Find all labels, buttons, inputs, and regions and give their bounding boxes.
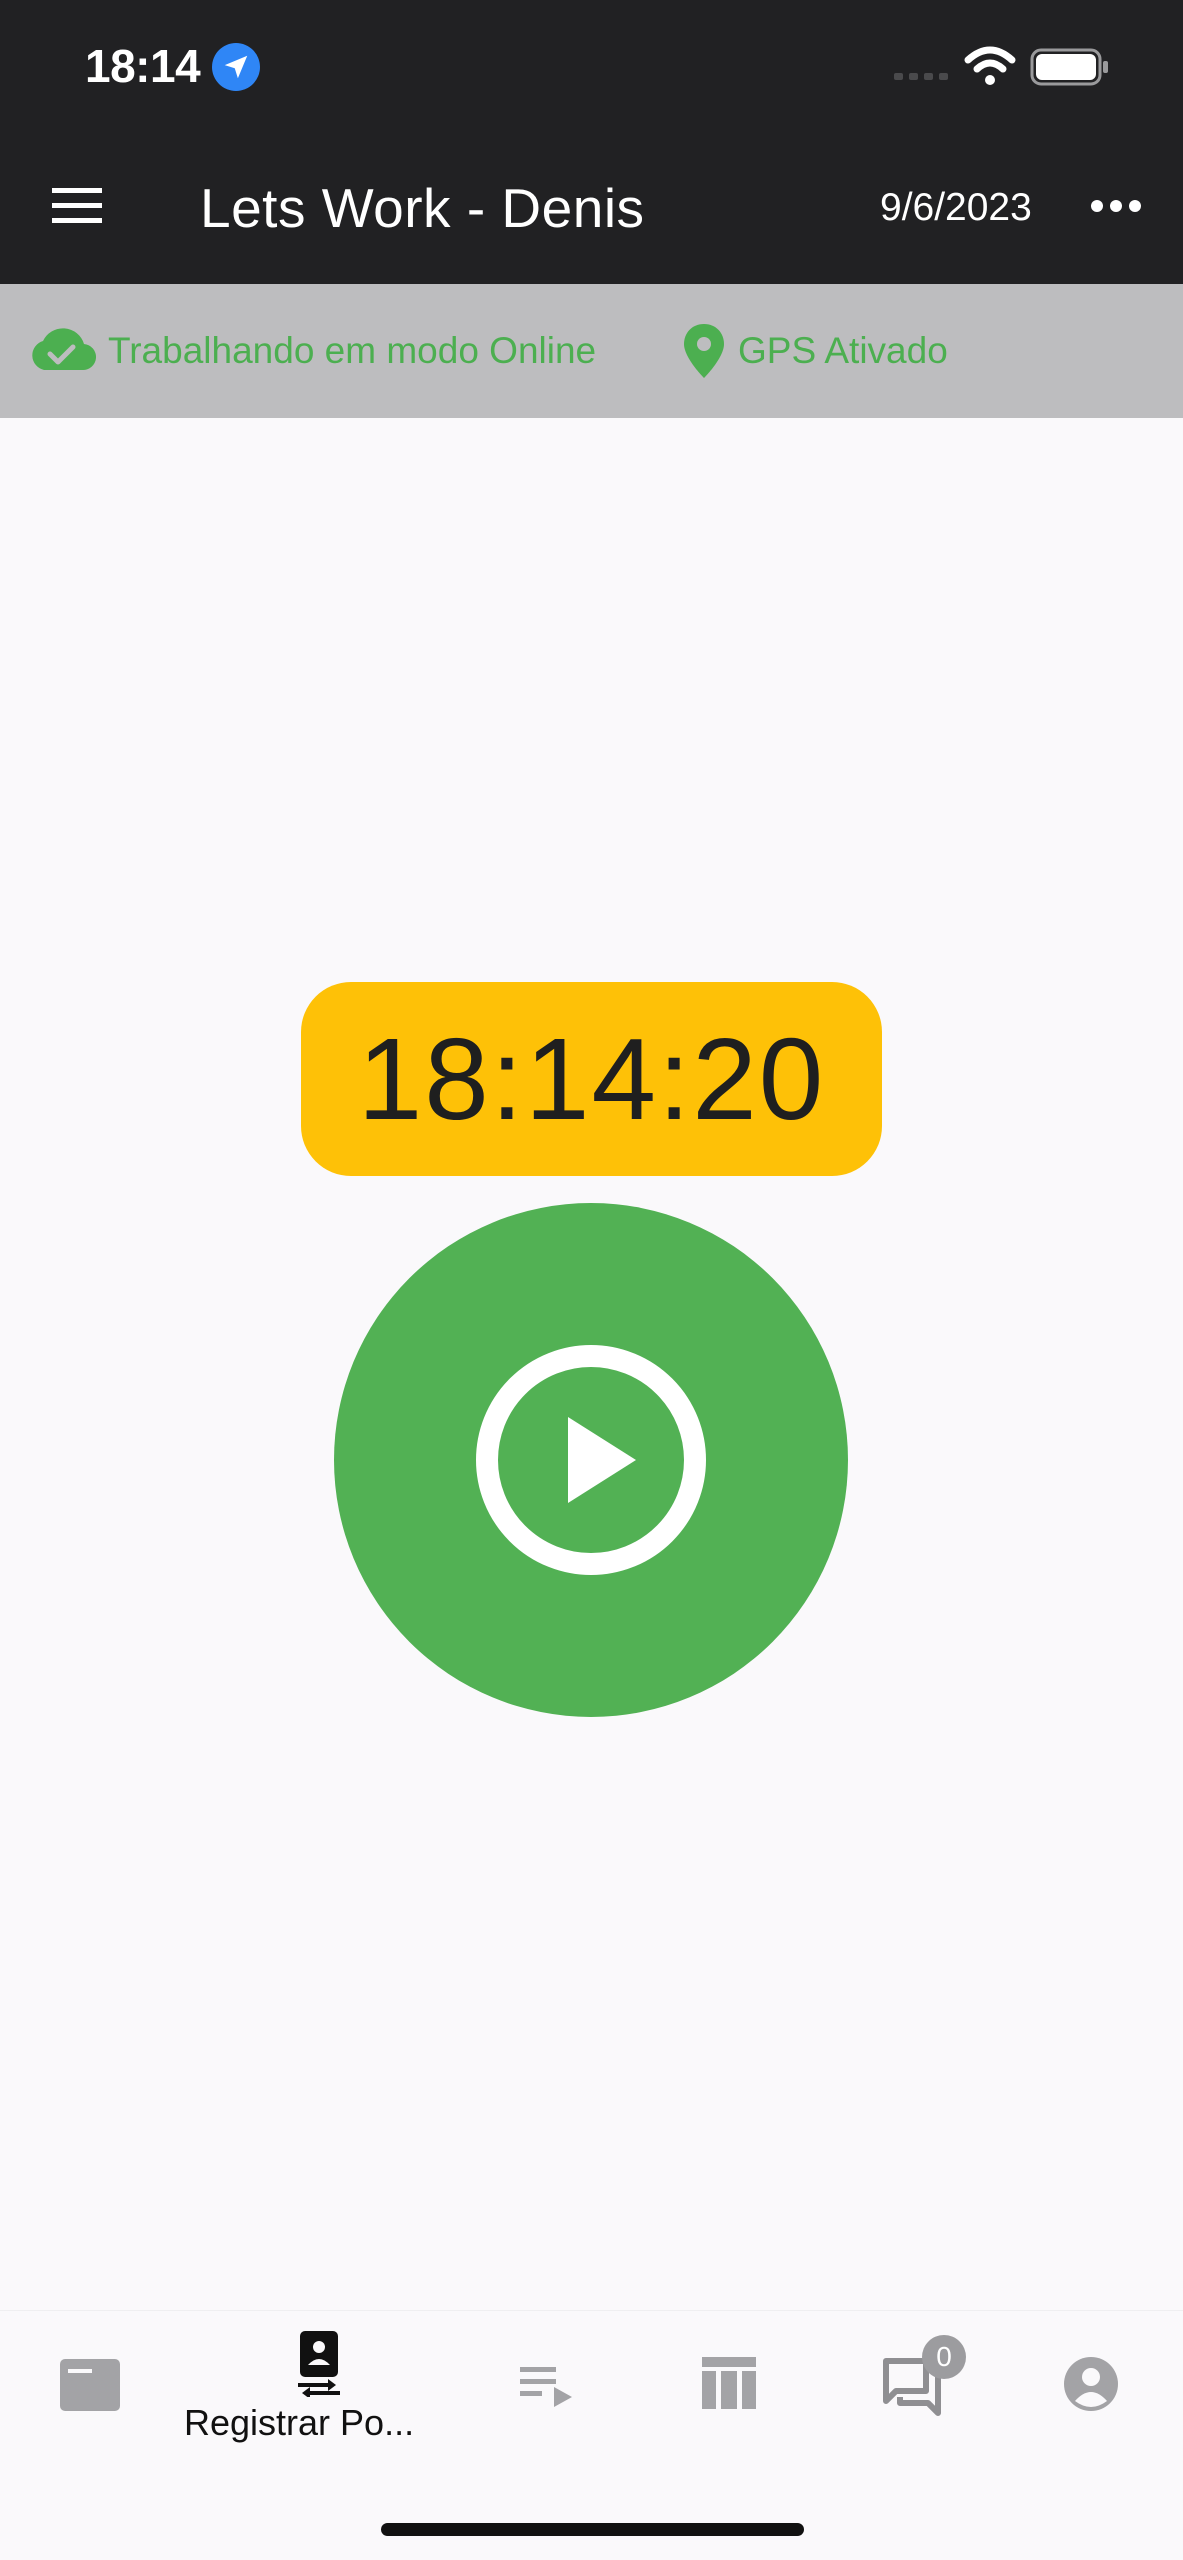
nav-item-table[interactable] xyxy=(640,2311,820,2461)
start-button[interactable] xyxy=(334,1203,848,1717)
nav-item-news[interactable] xyxy=(0,2311,180,2461)
map-pin-icon xyxy=(684,324,724,378)
playlist-icon xyxy=(520,2367,572,2407)
gps-status-text: GPS Ativado xyxy=(738,330,948,371)
app-title: Lets Work - Denis xyxy=(200,177,645,239)
news-icon xyxy=(60,2359,120,2411)
table-icon xyxy=(702,2357,756,2409)
register-point-icon xyxy=(298,2331,340,2397)
connection-banner: Trabalhando em modo Online GPS Ativado xyxy=(0,284,1183,418)
nav-item-chat[interactable] xyxy=(820,2311,1000,2461)
app-header: 18:14 Lets Work - Denis 9/6/2023 xyxy=(0,0,1183,284)
app-date: 9/6/2023 xyxy=(880,186,1032,229)
online-status-text: Trabalhando em modo Online xyxy=(108,330,597,371)
battery-icon xyxy=(1030,48,1108,86)
cellular-signal-icon xyxy=(894,73,948,80)
chat-badge: 0 xyxy=(922,2335,966,2379)
menu-icon[interactable] xyxy=(48,186,108,226)
more-icon[interactable] xyxy=(1090,196,1142,216)
location-arrow-icon xyxy=(212,43,260,91)
home-indicator[interactable] xyxy=(381,2523,804,2536)
clock-display: 18:14:20 xyxy=(301,982,882,1176)
status-time: 18:14 xyxy=(85,40,201,92)
wifi-icon xyxy=(964,46,1016,85)
nav-active-label: Registrar Po... xyxy=(184,2402,415,2443)
cloud-check-icon xyxy=(32,328,96,371)
play-circle-icon xyxy=(476,1345,706,1575)
clock-time: 18:14:20 xyxy=(357,1014,826,1144)
nav-item-account[interactable] xyxy=(1000,2311,1180,2461)
nav-item-playlist[interactable] xyxy=(460,2311,640,2461)
account-icon xyxy=(1064,2357,1118,2411)
